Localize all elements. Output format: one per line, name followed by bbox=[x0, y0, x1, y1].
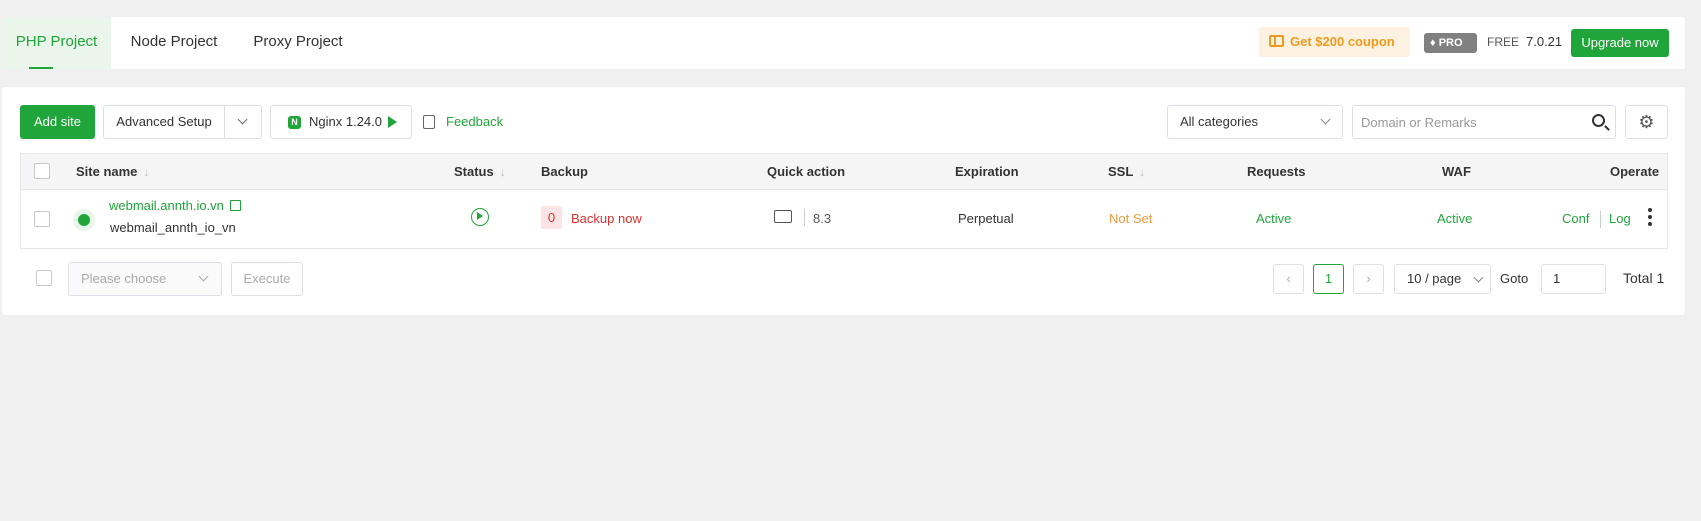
next-page-button[interactable]: › bbox=[1353, 264, 1384, 294]
tab-proxy-project[interactable]: Proxy Project bbox=[242, 17, 354, 69]
requests-status[interactable]: Active bbox=[1256, 211, 1291, 226]
page-size-label: 10 / page bbox=[1407, 271, 1462, 286]
search-box bbox=[1352, 105, 1616, 139]
feedback-label: Feedback bbox=[446, 114, 504, 129]
coupon-label: Get $200 coupon bbox=[1290, 34, 1395, 49]
execute-button[interactable]: Execute bbox=[231, 262, 303, 296]
tab-php-project[interactable]: PHP Project bbox=[2, 17, 111, 69]
page-1-button[interactable]: 1 bbox=[1313, 264, 1344, 294]
row-checkbox[interactable] bbox=[34, 211, 50, 227]
pro-badge[interactable]: ♦ PRO bbox=[1424, 33, 1477, 53]
chevron-left-icon: ‹ bbox=[1286, 271, 1291, 286]
sort-arrow-icon: ↓ bbox=[143, 165, 150, 179]
site-remark[interactable]: webmail_annth_io_vn bbox=[110, 220, 236, 235]
header-label: Status bbox=[454, 164, 494, 179]
add-site-button[interactable]: Add site bbox=[20, 105, 95, 139]
status-running-icon[interactable] bbox=[471, 208, 489, 226]
divider bbox=[804, 209, 805, 226]
backup-now-link[interactable]: Backup now bbox=[571, 211, 642, 226]
divider bbox=[1600, 211, 1601, 228]
column-requests: Requests bbox=[1247, 164, 1306, 179]
total-count: Total 1 bbox=[1623, 270, 1665, 286]
tab-label: Node Project bbox=[130, 33, 218, 50]
header-label: Site name bbox=[76, 164, 138, 179]
page-size-select[interactable]: 10 / page bbox=[1394, 264, 1491, 294]
external-link-icon[interactable] bbox=[229, 200, 241, 211]
column-operate: Operate bbox=[1610, 164, 1660, 179]
coupon-button[interactable]: Get $200 coupon bbox=[1259, 27, 1410, 57]
search-input[interactable] bbox=[1353, 106, 1573, 138]
nginx-label: Nginx 1.24.0 bbox=[309, 114, 382, 129]
goto-label: Goto bbox=[1500, 271, 1529, 286]
tab-node-project[interactable]: Node Project bbox=[120, 17, 228, 69]
column-site-name[interactable]: Site name ↓ bbox=[76, 154, 149, 190]
conf-link[interactable]: Conf bbox=[1562, 211, 1589, 226]
advanced-setup-dropdown: Advanced Setup bbox=[103, 105, 262, 139]
column-waf: WAF bbox=[1442, 164, 1471, 179]
prev-page-button[interactable]: ‹ bbox=[1273, 264, 1304, 294]
goto-page-input[interactable]: 1 bbox=[1541, 264, 1606, 294]
column-status[interactable]: Status ↓ bbox=[454, 154, 506, 190]
column-expiration: Expiration bbox=[955, 164, 1019, 179]
diamond-icon: ♦ bbox=[1430, 37, 1436, 49]
plan-label: FREE bbox=[1487, 35, 1520, 49]
header-label: SSL bbox=[1108, 164, 1134, 179]
active-tab-indicator bbox=[29, 67, 53, 69]
chevron-right-icon: › bbox=[1366, 271, 1371, 286]
category-selected-label: All categories bbox=[1180, 114, 1259, 129]
search-icon[interactable] bbox=[1592, 114, 1605, 127]
pro-label: PRO bbox=[1438, 37, 1463, 49]
sort-arrow-icon: ↓ bbox=[1139, 165, 1146, 179]
sort-arrow-icon: ↓ bbox=[499, 165, 506, 179]
advanced-setup-toggle[interactable] bbox=[225, 106, 261, 138]
sites-table: Site name ↓ Status ↓ Backup Quick action E… bbox=[20, 153, 1668, 249]
batch-action-placeholder: Please choose bbox=[81, 271, 167, 286]
play-icon bbox=[388, 116, 397, 128]
ssl-status[interactable]: Not Set bbox=[1109, 211, 1152, 226]
tab-label: Proxy Project bbox=[253, 33, 343, 50]
backup-count[interactable]: 0 bbox=[541, 206, 562, 229]
chevron-down-icon bbox=[1473, 272, 1484, 283]
coupon-icon bbox=[1269, 35, 1284, 47]
column-quick-action: Quick action bbox=[767, 164, 846, 179]
category-select[interactable]: All categories bbox=[1167, 105, 1343, 139]
column-ssl[interactable]: SSL ↓ bbox=[1108, 154, 1145, 190]
nginx-icon: N bbox=[288, 116, 301, 129]
table-row: webmail.annth.io.vn webmail_annth_io_vn … bbox=[21, 190, 1667, 248]
site-domain-link[interactable]: webmail.annth.io.vn bbox=[109, 198, 241, 213]
chevron-down-icon bbox=[237, 114, 248, 125]
column-backup: Backup bbox=[541, 164, 588, 179]
select-all-checkbox[interactable] bbox=[34, 163, 50, 179]
advanced-setup-button[interactable]: Advanced Setup bbox=[104, 106, 225, 138]
table-header: Site name ↓ Status ↓ Backup Quick action E… bbox=[21, 154, 1667, 190]
gear-icon: ⚙ bbox=[1638, 112, 1655, 132]
log-link[interactable]: Log bbox=[1609, 211, 1631, 226]
chevron-down-icon bbox=[1320, 114, 1331, 125]
expiration-value[interactable]: Perpetual bbox=[958, 211, 1014, 226]
version-label: 7.0.21 bbox=[1526, 34, 1563, 49]
project-tabs-bar: PHP Project Node Project Proxy Project G… bbox=[2, 17, 1685, 69]
sites-panel: Add site Advanced Setup N Nginx 1.24.0 F… bbox=[2, 87, 1685, 315]
waf-status[interactable]: Active bbox=[1437, 211, 1472, 226]
site-domain: webmail.annth.io.vn bbox=[109, 198, 224, 213]
more-options-icon[interactable] bbox=[1648, 208, 1652, 226]
footer-select-all-checkbox[interactable] bbox=[36, 270, 52, 286]
batch-action-select[interactable]: Please choose bbox=[68, 262, 222, 296]
tab-label: PHP Project bbox=[15, 33, 98, 50]
globe-icon bbox=[73, 209, 95, 231]
php-version[interactable]: 8.3 bbox=[813, 211, 831, 226]
upgrade-button[interactable]: Upgrade now bbox=[1571, 29, 1669, 57]
settings-button[interactable]: ⚙ bbox=[1625, 105, 1668, 139]
chevron-down-icon bbox=[198, 271, 209, 282]
nginx-service-button[interactable]: N Nginx 1.24.0 bbox=[270, 105, 412, 139]
folder-icon[interactable] bbox=[774, 210, 792, 223]
edit-note-icon bbox=[423, 115, 435, 129]
